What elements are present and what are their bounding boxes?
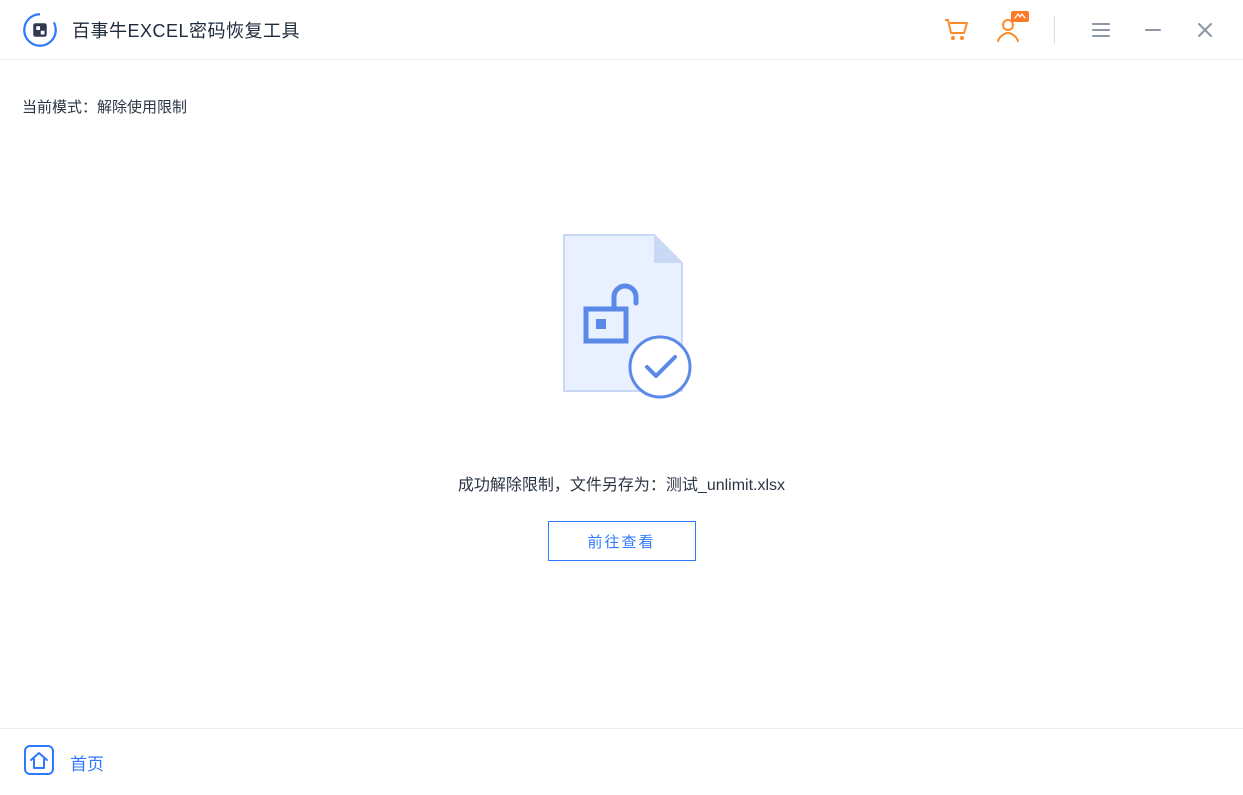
header-actions: [940, 14, 1221, 46]
minimize-button[interactable]: [1137, 14, 1169, 46]
home-label: 首页: [70, 750, 104, 775]
logo-area: 百事牛EXCEL密码恢复工具: [22, 12, 300, 48]
result-area: 成功解除限制，文件另存为：测试_unlimit.xlsx 前往查看: [22, 227, 1221, 561]
mode-value: 解除使用限制: [97, 99, 187, 116]
account-button[interactable]: [992, 14, 1024, 46]
app-logo-icon: [22, 12, 58, 48]
current-mode: 当前模式：解除使用限制: [22, 96, 1221, 117]
title-bar: 百事牛EXCEL密码恢复工具: [0, 0, 1243, 60]
go-view-label: 前往查看: [587, 531, 655, 552]
success-message: 成功解除限制，文件另存为：测试_unlimit.xlsx: [458, 471, 785, 495]
minimize-icon: [1144, 21, 1162, 39]
main-content: 当前模式：解除使用限制 成功解除限制，文件另存为：测试_unlimit.xlsx…: [0, 60, 1243, 561]
home-button[interactable]: 首页: [22, 743, 104, 782]
header-divider: [1054, 16, 1055, 44]
close-icon: [1196, 21, 1214, 39]
mode-label: 当前模式：: [22, 99, 97, 116]
cart-button[interactable]: [940, 14, 972, 46]
close-button[interactable]: [1189, 14, 1221, 46]
footer-bar: 首页: [0, 728, 1243, 795]
menu-icon: [1090, 19, 1112, 41]
app-title: 百事牛EXCEL密码恢复工具: [72, 17, 300, 43]
go-view-button[interactable]: 前往查看: [548, 521, 696, 561]
cart-icon: [942, 16, 970, 44]
file-unlocked-icon: [542, 227, 702, 407]
vip-badge-icon: [1011, 11, 1029, 22]
menu-button[interactable]: [1085, 14, 1117, 46]
home-icon: [22, 743, 56, 782]
